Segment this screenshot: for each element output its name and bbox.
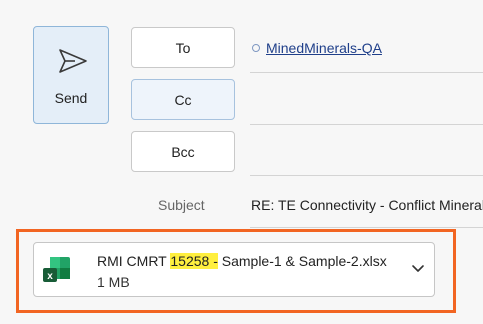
send-label: Send xyxy=(54,90,88,106)
subject-input[interactable]: RE: TE Connectivity - Conflict Mineral xyxy=(251,197,483,213)
subject-divider xyxy=(250,227,483,228)
send-icon xyxy=(59,49,87,73)
to-recipient[interactable]: MinedMinerals-QA xyxy=(266,40,382,56)
bcc-divider xyxy=(250,175,483,176)
annotation-highlight-frame xyxy=(16,229,456,313)
subject-label: Subject xyxy=(158,197,205,213)
to-button[interactable]: To xyxy=(131,27,235,68)
cc-divider xyxy=(250,124,483,125)
cc-button[interactable]: Cc xyxy=(131,79,235,120)
send-button[interactable]: Send xyxy=(33,26,109,124)
to-field[interactable]: MinedMinerals-QA xyxy=(252,40,382,56)
bcc-button[interactable]: Bcc xyxy=(131,131,235,172)
compose-pane: Send To Cc Bcc MinedMinerals-QA Subject … xyxy=(0,0,483,324)
to-divider xyxy=(250,72,483,73)
presence-status-icon xyxy=(252,44,260,52)
